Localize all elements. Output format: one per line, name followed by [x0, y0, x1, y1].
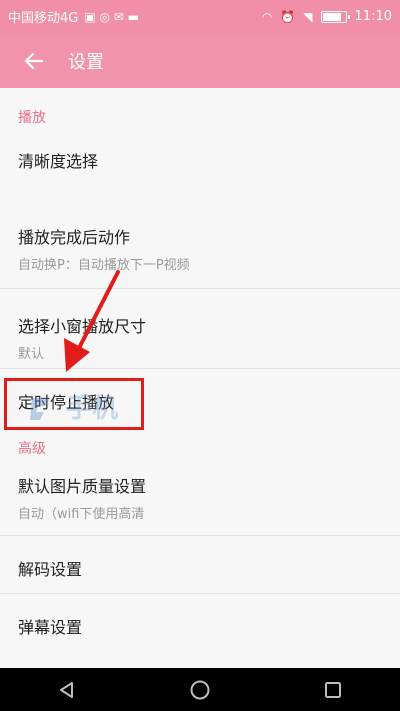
back-button[interactable]: [10, 37, 58, 85]
setting-item-image-quality[interactable]: 默认图片质量设置 自动（wifi下使用高清: [0, 463, 400, 536]
setting-item-timer-stop[interactable]: 定时停止播放: [0, 369, 400, 433]
status-bar: 中国移动4G ▣ ◎ ✉ ▬ ◠ ⏰ ◥ 11:10: [0, 0, 400, 33]
setting-item-mini-window-size[interactable]: 选择小窗播放尺寸 默认: [0, 289, 400, 369]
setting-title: 解码设置: [18, 560, 83, 579]
triangle-back-icon: [59, 681, 73, 698]
navigation-bar: [0, 668, 400, 711]
setting-item-resolution[interactable]: 清晰度选择: [0, 146, 400, 208]
setting-item-after-play[interactable]: 播放完成后动作 自动换P：自动播放下一P视频: [0, 208, 400, 289]
app-bar: 设置: [0, 33, 400, 88]
setting-title: 清晰度选择: [18, 152, 99, 171]
circle-home-icon: [190, 680, 210, 699]
setting-title: 选择小窗播放尺寸: [18, 317, 147, 336]
setting-subtitle: 自动换P：自动播放下一P视频: [18, 258, 190, 273]
arrow-left-icon: [24, 52, 44, 69]
notification-icons: ▣ ◎ ✉ ▬: [84, 9, 140, 24]
setting-title: 默认图片质量设置: [18, 477, 147, 496]
setting-subtitle: 默认: [18, 347, 45, 362]
setting-title: 定时停止播放: [18, 393, 115, 412]
carrier-label: 中国移动4G: [8, 11, 79, 26]
setting-item-danmaku[interactable]: 弹幕设置: [0, 594, 400, 650]
status-right: ◠ ⏰ ◥ 11:10: [262, 9, 392, 24]
setting-subtitle: 自动（wifi下使用高清: [18, 507, 145, 522]
section-header-advanced: 高级: [18, 441, 46, 457]
status-time: 11:10: [354, 9, 392, 24]
square-recent-icon: [325, 681, 342, 698]
page-title: 设置: [68, 51, 104, 73]
setting-item-decode[interactable]: 解码设置: [0, 536, 400, 594]
status-left: 中国移动4G ▣ ◎ ✉ ▬: [8, 7, 140, 27]
nav-recent-button[interactable]: [313, 670, 353, 710]
alarm-icon: ⏰: [280, 9, 296, 24]
headphone-icon: ◠: [261, 9, 273, 24]
section-header-playback: 播放: [18, 110, 46, 126]
setting-title: 播放完成后动作: [18, 228, 131, 247]
setting-title: 弹幕设置: [18, 618, 83, 637]
settings-list[interactable]: 播放 清晰度选择 播放完成后动作 自动换P：自动播放下一P视频 选择小窗播放尺寸…: [0, 88, 400, 668]
battery-icon: [320, 10, 350, 23]
nav-back-button[interactable]: [47, 670, 87, 710]
nav-home-button[interactable]: [180, 670, 220, 710]
wifi-icon: ◥: [303, 9, 313, 24]
